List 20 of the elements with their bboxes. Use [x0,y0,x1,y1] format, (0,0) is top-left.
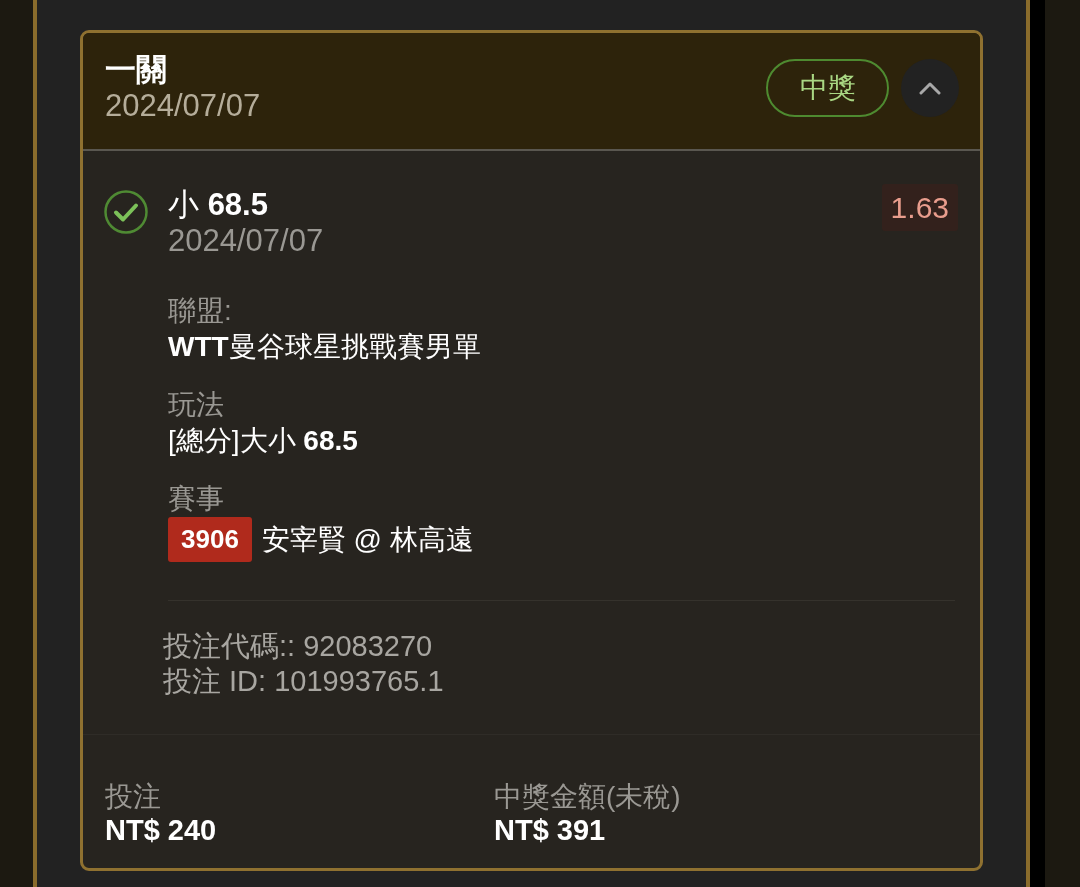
detail-value: [總分]大小 68.5 [168,424,358,458]
detail-label: 賽事 [168,482,224,516]
event-number-badge: 3906 [168,517,252,562]
detail-label: 玩法 [168,388,224,422]
detail-value: 安宰賢 @ 林高遠 [261,522,474,557]
odds-value: 1.63 [881,184,958,231]
total-label: 投注 [105,780,161,813]
chevron-up-icon [919,81,941,95]
selection-date: 2024/07/07 [168,224,324,258]
status-badge: 中獎 [766,59,889,117]
selection-name: 小 68.5 [168,186,268,224]
bet-date: 2024/07/07 [105,88,261,124]
bet-reference: 投注 ID: 101993765.1 [163,664,444,699]
bet-reference: 投注代碼:: 92083270 [163,629,433,664]
total-amount: NT$ 240 [105,813,217,847]
detail-label: 聯盟: [168,294,232,328]
detail-value: WTT曼谷球星挑戰賽男單 [168,330,481,364]
total-amount: NT$ 391 [494,813,606,847]
total-label: 中獎金額(未稅) [494,780,681,813]
bet-type-title: 一關 [105,52,167,88]
